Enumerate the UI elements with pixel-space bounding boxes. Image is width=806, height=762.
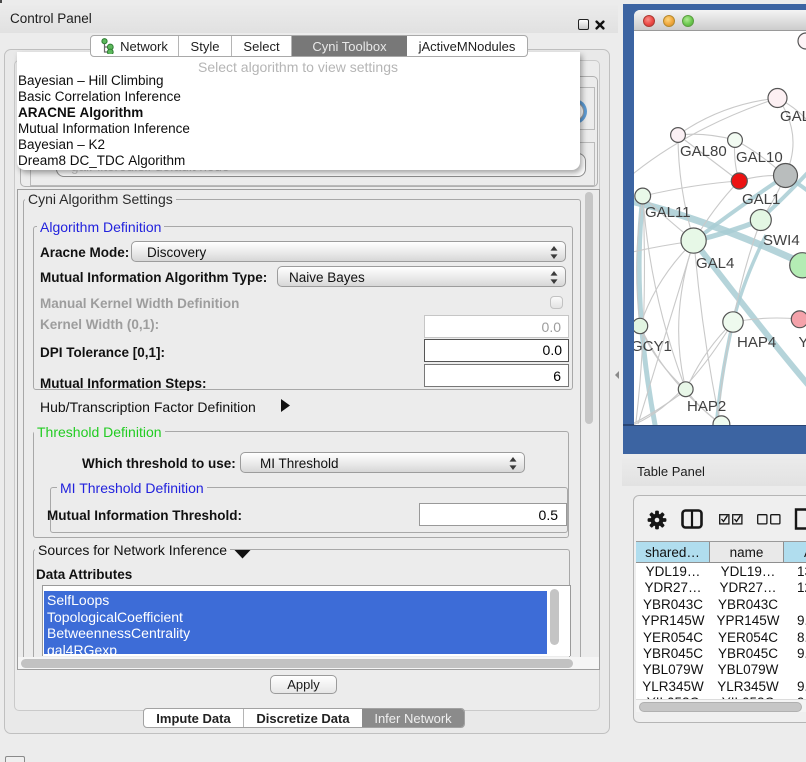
svg-text:GAL1: GAL1 xyxy=(742,191,780,208)
svg-text:GAL11: GAL11 xyxy=(645,204,691,221)
svg-text:YJ: YJ xyxy=(799,334,806,351)
svg-text:HAP2: HAP2 xyxy=(687,398,726,415)
svg-text:GAL7: GAL7 xyxy=(780,108,806,125)
svg-text:GAL4: GAL4 xyxy=(696,255,734,272)
svg-text:GAL10: GAL10 xyxy=(736,149,783,166)
svg-text:SWI4: SWI4 xyxy=(763,232,800,249)
svg-text:GCY1: GCY1 xyxy=(634,338,672,355)
svg-text:HAP4: HAP4 xyxy=(737,334,776,351)
svg-text:GAL80: GAL80 xyxy=(680,143,727,160)
